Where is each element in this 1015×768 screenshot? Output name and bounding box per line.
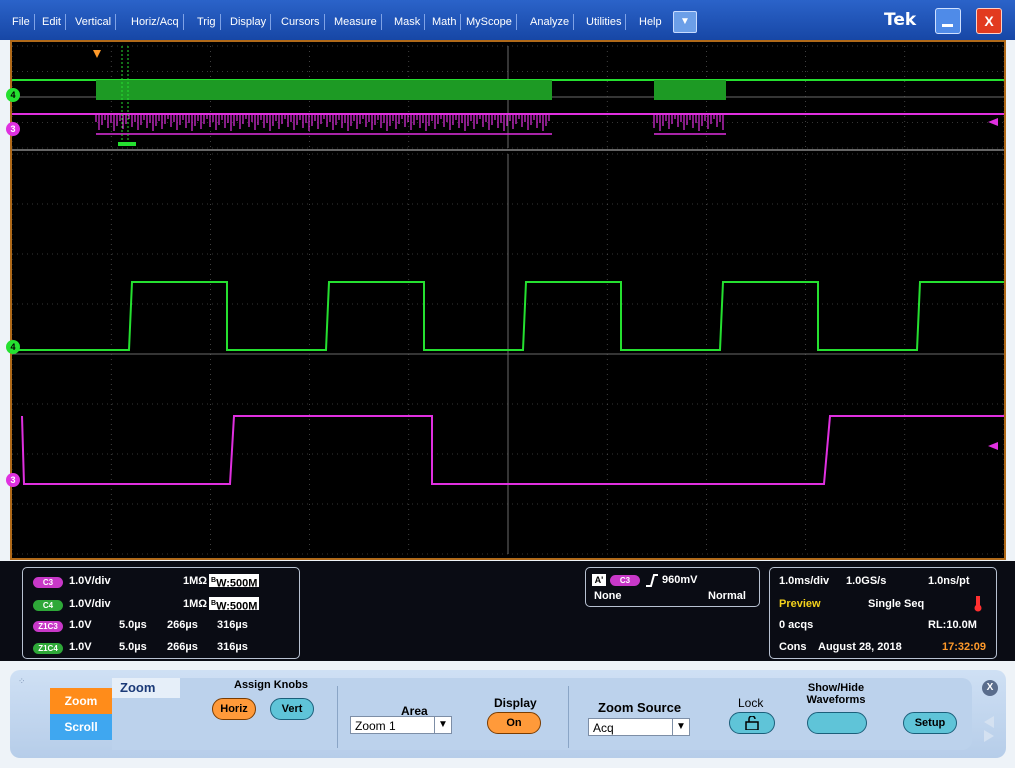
horiz-button[interactable]: Horiz: [212, 698, 256, 720]
lock-button[interactable]: [729, 712, 775, 734]
ch3-zoom-trace: [21, 415, 1004, 485]
menu-bar: File Edit Vertical Horiz/Acq Trig Displa…: [0, 0, 1015, 40]
area-select[interactable]: Zoom 1 ▼: [350, 716, 452, 734]
zoom-tab[interactable]: Zoom: [50, 688, 112, 714]
menu-help[interactable]: Help: [635, 14, 666, 30]
acq-mode: Single Seq: [868, 598, 925, 610]
menu-analyze[interactable]: Analyze: [526, 14, 575, 30]
separator: [568, 686, 569, 748]
ch4-burst: [96, 80, 552, 100]
zoom-source-value: Acq: [593, 721, 614, 735]
tek-logo: Tek: [884, 10, 917, 30]
close-button[interactable]: X: [976, 8, 1002, 34]
menu-trig[interactable]: Trig: [193, 14, 221, 30]
readout-bar: C3 1.0V/div 1MΩ BW:500M C4 1.0V/div 1MΩ …: [0, 561, 1015, 661]
acquisition-readout-panel[interactable]: 1.0ms/div 1.0GS/s 1.0ns/pt Preview Singl…: [769, 567, 997, 659]
ch3-zoom-level-marker-icon: [988, 442, 998, 450]
ch4-marker-zoom[interactable]: 4: [6, 340, 20, 354]
ch4-impedance: 1MΩ: [183, 598, 208, 610]
chevron-down-icon: ▼: [434, 717, 451, 733]
channel-readout-panel[interactable]: C3 1.0V/div 1MΩ BW:500M C4 1.0V/div 1MΩ …: [22, 567, 300, 659]
close-panel-button[interactable]: X: [982, 680, 998, 696]
setup-button[interactable]: Setup: [903, 712, 957, 734]
ch4-bandwidth: BW:500M: [209, 597, 260, 613]
ch4-scale: 1.0V/div: [69, 598, 111, 610]
menu-edit[interactable]: Edit: [38, 14, 66, 30]
assign-knobs-label: Assign Knobs: [234, 679, 308, 691]
vert-button[interactable]: Vert: [270, 698, 314, 720]
trigger-a-label: A': [592, 574, 606, 586]
ch3-badge[interactable]: C3: [33, 577, 63, 588]
ch3-level-marker-icon: [988, 118, 998, 126]
thermometer-icon: [974, 596, 982, 612]
trigger-mode: Normal: [708, 590, 746, 602]
sample-rate: 1.0GS/s: [846, 575, 887, 587]
chevron-down-icon: ▼: [672, 719, 689, 735]
trigger-level: 960mV: [662, 574, 698, 586]
waveform-display[interactable]: [10, 40, 1006, 560]
menu-measure[interactable]: Measure: [330, 14, 382, 30]
menu-display[interactable]: Display: [226, 14, 272, 30]
menu-math[interactable]: Math: [428, 14, 462, 30]
ch4-badge[interactable]: C4: [33, 600, 63, 611]
zoom-source-select[interactable]: Acq ▼: [588, 718, 690, 736]
zoom-source-label: Zoom Source: [598, 700, 682, 715]
date: August 28, 2018: [818, 641, 902, 653]
ch3-marker-top[interactable]: 3: [6, 122, 20, 136]
trigger-position-icon: [93, 50, 101, 58]
trigger-source-badge: C3: [610, 575, 640, 586]
area-value: Zoom 1: [355, 719, 396, 733]
zoom-section-title: Zoom: [112, 678, 180, 698]
resolution: 1.0ns/pt: [928, 575, 970, 587]
ch3-scale: 1.0V/div: [69, 575, 111, 587]
drag-grip-icon[interactable]: ⁘: [18, 676, 26, 687]
zoom-graticule: [12, 153, 1004, 555]
trigger-coupling: None: [594, 590, 622, 602]
show-hide-label: Show/Hide Waveforms: [806, 682, 866, 706]
zoom-window-marker: [118, 142, 136, 146]
lock-label: Lock: [738, 696, 764, 710]
zoom-control-panel: ⁘ Zoom Scroll Zoom Assign Knobs Horiz Ve…: [10, 670, 1006, 758]
menu-myscope[interactable]: MyScope: [462, 14, 517, 30]
ch4-burst: [654, 80, 726, 100]
separator: [337, 686, 338, 748]
zoom-c3-scale: 1.0V: [69, 619, 92, 631]
menu-horiz-acq[interactable]: Horiz/Acq: [127, 14, 184, 30]
zoom-c3-div: 5.0µs: [119, 619, 147, 631]
record-length: RL:10.0M: [928, 619, 977, 631]
waveform-graticule: [12, 45, 1004, 555]
zoom-c4-div: 5.0µs: [119, 641, 147, 653]
menu-mask[interactable]: Mask: [390, 14, 426, 30]
timebase: 1.0ms/div: [779, 575, 830, 587]
ch4-marker-top[interactable]: 4: [6, 88, 20, 102]
zoom-c4-pos2: 316µs: [217, 641, 248, 653]
trigger-readout-panel[interactable]: A' C3 960mV None Normal: [585, 567, 760, 607]
zoom-c3-pos2: 316µs: [217, 619, 248, 631]
display-on-button[interactable]: On: [487, 712, 541, 734]
preview-status: Preview: [779, 598, 821, 610]
show-hide-waveforms-button[interactable]: [807, 712, 867, 734]
zoom-c3-badge[interactable]: Z1C3: [33, 621, 63, 632]
cons-label: Cons: [779, 641, 807, 653]
menu-file[interactable]: File: [8, 14, 35, 30]
minimize-button[interactable]: [935, 8, 961, 34]
zoom-c4-badge[interactable]: Z1C4: [33, 643, 63, 654]
display-label: Display: [494, 696, 537, 710]
scroll-tab[interactable]: Scroll: [50, 714, 112, 740]
menu-vertical[interactable]: Vertical: [71, 14, 117, 30]
lock-icon: [745, 715, 759, 731]
ch3-bandwidth: BW:500M: [209, 574, 260, 590]
ch3-impedance: 1MΩ: [183, 575, 208, 587]
time: 17:32:09: [942, 641, 987, 653]
acq-count: 0 acqs: [779, 619, 814, 631]
menu-dropdown-arrow-icon[interactable]: ▼: [673, 11, 697, 33]
menu-utilities[interactable]: Utilities: [582, 14, 627, 30]
zoom-c4-scale: 1.0V: [69, 641, 92, 653]
panel-nav-arrows-icon[interactable]: [982, 714, 996, 744]
menu-cursors[interactable]: Cursors: [277, 14, 325, 30]
rising-edge-icon: [646, 574, 658, 587]
zoom-c3-pos1: 266µs: [167, 619, 198, 631]
zoom-c4-pos1: 266µs: [167, 641, 198, 653]
ch3-marker-zoom[interactable]: 3: [6, 473, 20, 487]
